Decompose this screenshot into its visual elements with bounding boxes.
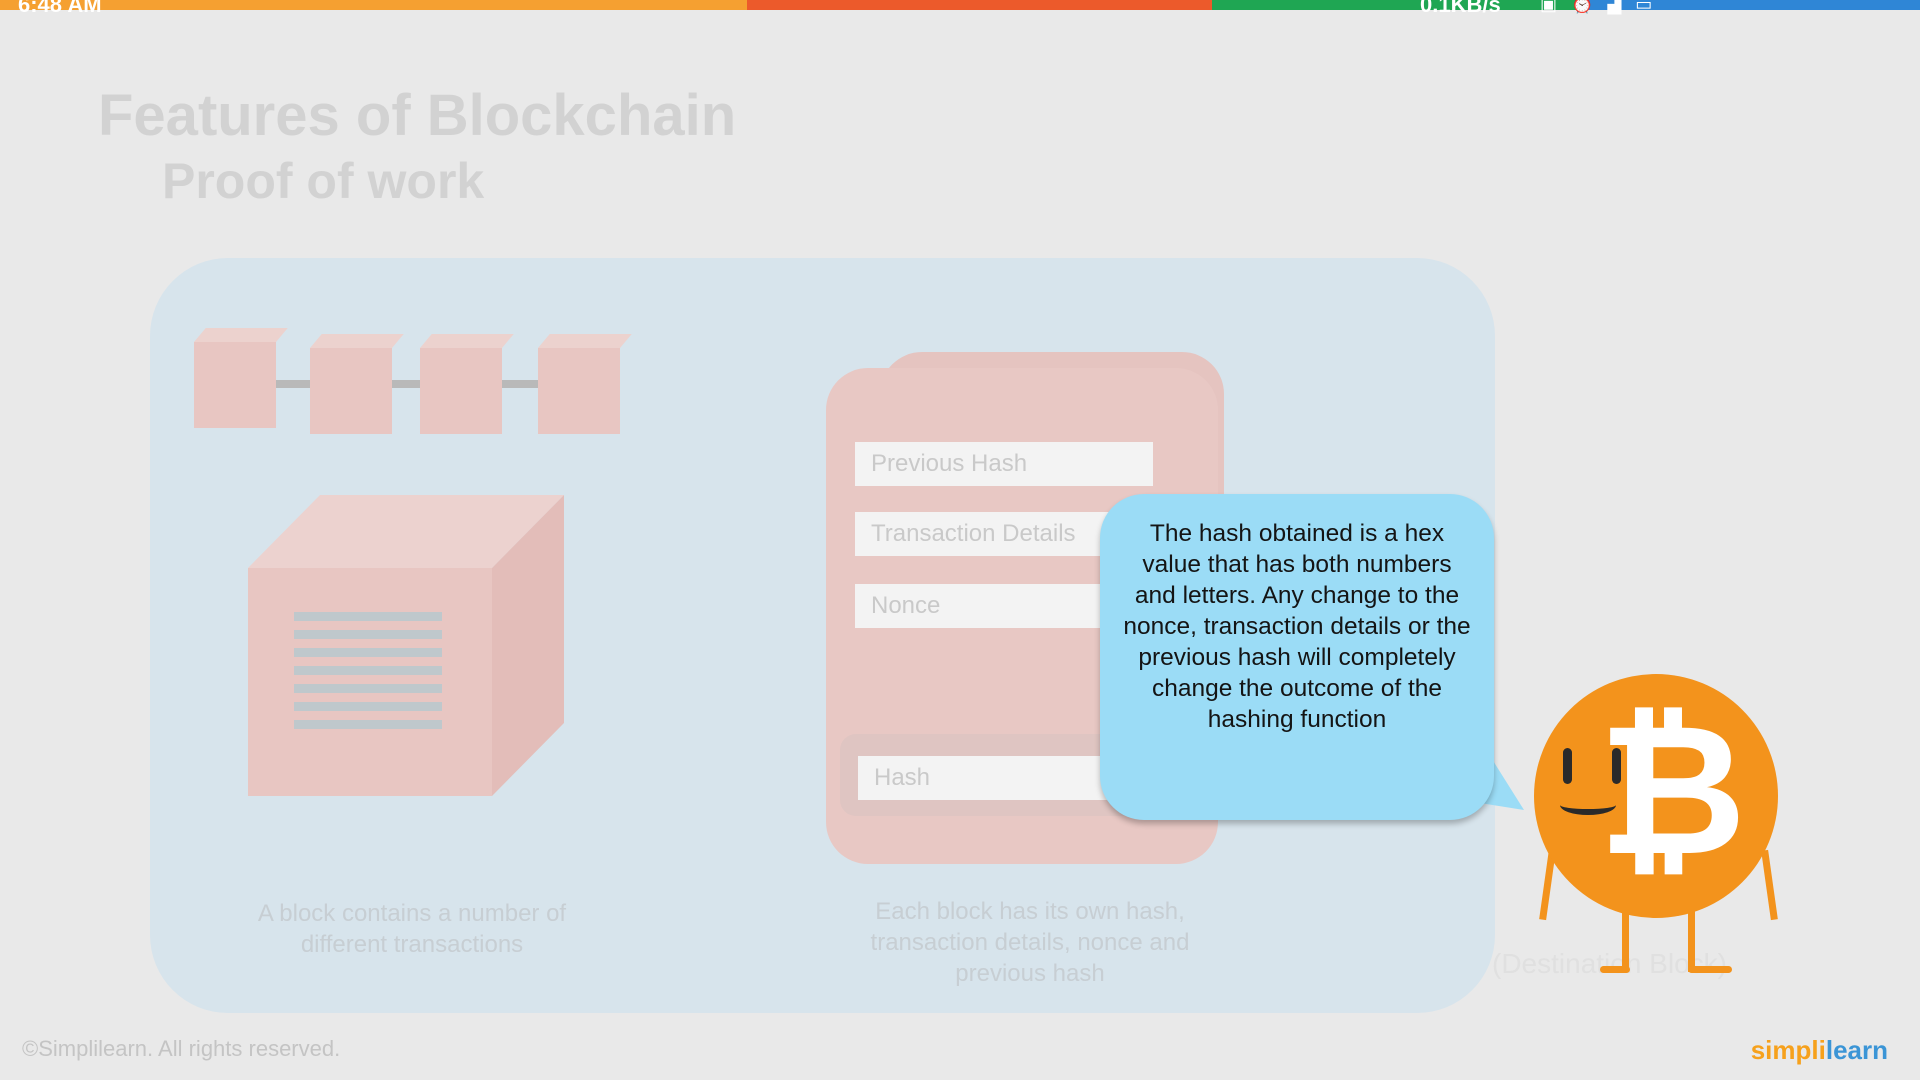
battery-icon: ▭ <box>1635 0 1667 14</box>
speech-bubble: The hash obtained is a hex value that ha… <box>1100 494 1494 820</box>
chain-block <box>538 348 620 434</box>
status-icons: ▣⏰▟▭ <box>1540 0 1666 15</box>
mascot-foot-right <box>1688 966 1732 973</box>
sim-icon: ▣ <box>1540 0 1572 14</box>
mascot-eye-right <box>1612 748 1621 784</box>
slide-subtitle: Proof of work <box>162 153 485 209</box>
mascot-smile <box>1560 795 1616 815</box>
brand-part-b: learn <box>1825 1035 1888 1065</box>
progress-segment-orange <box>0 0 747 10</box>
nonce-field: Nonce <box>855 584 1105 628</box>
alarm-icon: ⏰ <box>1571 0 1608 14</box>
slide-title: Features of Blockchain <box>98 83 737 148</box>
mascot-arm-right <box>1761 849 1778 921</box>
bitcoin-icon: ₿ <box>1598 684 1747 896</box>
previous-hash-field: Previous Hash <box>855 442 1153 486</box>
chain-block <box>310 348 392 434</box>
simplilearn-logo: simplilearn <box>1751 1035 1888 1066</box>
progress-segment-green <box>1212 0 1580 10</box>
transaction-details-field: Transaction Details <box>855 512 1115 556</box>
hash-caption: Each block has its own hash, transaction… <box>870 898 1190 987</box>
mascot-foot-left <box>1600 966 1630 973</box>
copyright-footer: ©Simplilearn. All rights reserved. <box>22 1036 341 1061</box>
brand-part-a: simpli <box>1750 1035 1826 1065</box>
signal-icon: ▟ <box>1607 0 1636 14</box>
block-caption: A block contains a number of different t… <box>257 900 567 958</box>
status-time: 6:48 AM <box>18 0 102 17</box>
transaction-lines <box>294 612 442 738</box>
hash-field: Hash <box>858 756 1108 800</box>
chain-block <box>420 348 502 434</box>
progress-segment-red <box>747 0 1212 10</box>
status-network-speed: 0.1KB/s <box>1420 0 1501 17</box>
chain-block <box>194 342 276 428</box>
mascot-eye-left <box>1563 748 1572 784</box>
